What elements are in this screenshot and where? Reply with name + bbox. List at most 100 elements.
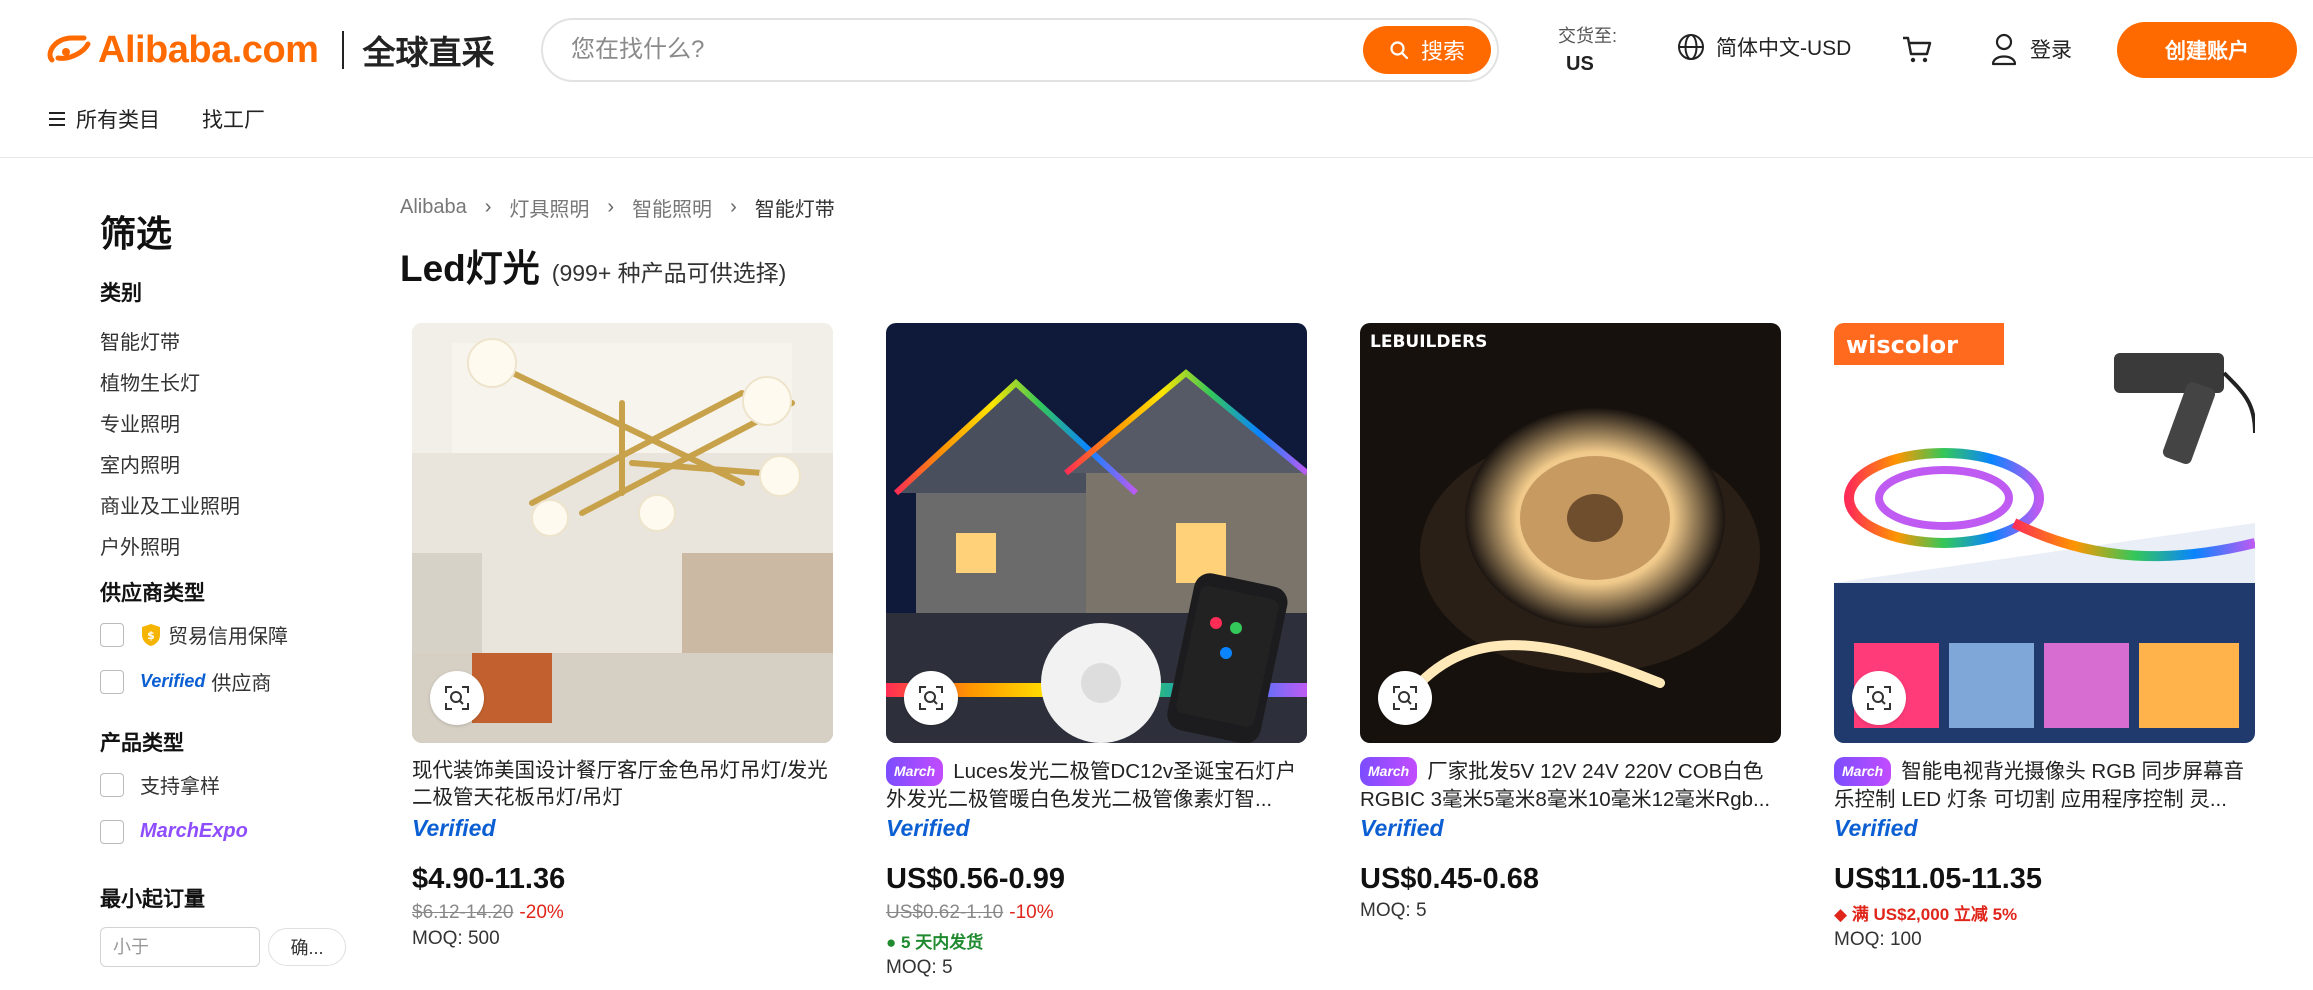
- category-item[interactable]: 植物生长灯: [100, 364, 360, 405]
- breadcrumb-item[interactable]: Alibaba: [400, 196, 467, 219]
- login-button[interactable]: 登录: [1990, 32, 2072, 66]
- find-factory-link[interactable]: 找工厂: [202, 104, 265, 134]
- cart-button[interactable]: [1900, 32, 1934, 71]
- breadcrumb-item[interactable]: 灯具照明: [509, 193, 589, 222]
- discount-badge: -10%: [1009, 902, 1054, 923]
- product-card[interactable]: LEBUILDERS March 厂家批发5V 12V 24V 220V COB白…: [1360, 323, 1781, 922]
- trade-assurance-filter[interactable]: $ 贸易信用保障: [100, 611, 360, 658]
- promotion-text: 满 US$2,000 立减 5%: [1851, 905, 2018, 924]
- promotion-badge: ◆ 满 US$2,000 立减 5%: [1834, 900, 2255, 925]
- globe-icon: [1678, 34, 1704, 60]
- search-input[interactable]: [571, 32, 1331, 68]
- filter-title: 筛选: [100, 213, 173, 254]
- search-icon: [1390, 41, 1409, 60]
- category-item[interactable]: 室内照明: [100, 446, 360, 487]
- product-image[interactable]: [412, 323, 833, 743]
- search-button-label: 搜索: [1420, 39, 1465, 64]
- shipping-text: 5 天内发货: [901, 933, 984, 952]
- language-label: 简体中文-USD: [1716, 37, 1852, 60]
- verified-badge: Verified: [140, 671, 206, 691]
- product-title-text: 厂家批发5V 12V 24V 220V COB白色RGBIC 3毫米5毫米8毫米…: [1360, 760, 1771, 811]
- category-item[interactable]: 智能灯带: [100, 323, 360, 364]
- product-image[interactable]: [886, 323, 1307, 743]
- original-price: US$0.62-1.10: [886, 902, 1004, 923]
- category-item[interactable]: 户外照明: [100, 528, 360, 569]
- march-expo-filter[interactable]: MarchExpo: [100, 808, 360, 855]
- image-search-button[interactable]: [1852, 671, 1906, 725]
- product-title[interactable]: March Luces发光二极管DC12v圣诞宝石灯户外发光二极管暖白色发光二极管…: [886, 757, 1307, 811]
- sample-support-checkbox[interactable]: [100, 772, 124, 797]
- filter-sidebar: 筛选 类别 智能灯带 植物生长灯 专业照明 室内照明 商业及工业照明 户外照明 …: [100, 205, 360, 967]
- check-shield-icon: ●: [886, 933, 897, 952]
- product-moq: MOQ: 100: [1834, 929, 1922, 950]
- alibaba-logo-icon: [47, 35, 91, 63]
- product-card[interactable]: 现代装饰美国设计餐厅客厅金色吊灯吊灯/发光二极管天花板吊灯/吊灯 Verifie…: [412, 323, 833, 950]
- product-title[interactable]: March 厂家批发5V 12V 24V 220V COB白色RGBIC 3毫米5…: [1360, 757, 1781, 811]
- march-badge: March: [1360, 757, 1418, 786]
- page-heading: Led灯光 (999+ 种产品可供选择): [400, 238, 786, 292]
- deliver-to-selector[interactable]: 交货至: US: [1558, 22, 1617, 78]
- logo-text: Alibaba.com: [98, 28, 319, 71]
- march-badge: March: [886, 757, 944, 786]
- product-count: (999+ 种产品可供选择): [551, 260, 787, 286]
- breadcrumb: Alibaba › 灯具照明 › 智能照明 › 智能灯带: [400, 193, 835, 222]
- sample-support-label: 支持拿样: [140, 776, 220, 798]
- sample-support-filter[interactable]: 支持拿样: [100, 761, 360, 808]
- chevron-right-icon: ›: [484, 196, 492, 218]
- product-image[interactable]: LEBUILDERS: [1360, 323, 1781, 743]
- image-search-icon: [919, 686, 943, 710]
- deliver-to-label: 交货至:: [1558, 26, 1618, 46]
- supplier-type-title: 供应商类型: [100, 582, 205, 605]
- march-expo-checkbox[interactable]: [100, 819, 124, 844]
- create-account-button[interactable]: 创建账户: [2117, 22, 2297, 78]
- verified-supplier-checkbox[interactable]: [100, 669, 124, 694]
- tag-icon: ◆: [1834, 905, 1848, 924]
- image-search-button[interactable]: [904, 671, 958, 725]
- product-title-text: Luces发光二极管DC12v圣诞宝石灯户外发光二极管暖白色发光二极管像素灯智.…: [886, 760, 1297, 811]
- language-currency-selector[interactable]: 简体中文-USD: [1676, 32, 1851, 62]
- march-expo-logo: MarchExpo: [140, 820, 248, 842]
- logo-divider: [342, 31, 345, 69]
- chevron-right-icon: ›: [730, 196, 737, 218]
- verified-badge: Verified: [886, 815, 970, 841]
- product-card[interactable]: wiscolor March 智能电视背光摄像头 RGB 同步屏幕音乐控制 LED…: [1834, 323, 2255, 951]
- product-title[interactable]: 现代装饰美国设计餐厅客厅金色吊灯吊灯/发光二极管天花板吊灯/吊灯: [412, 757, 833, 811]
- category-item[interactable]: 专业照明: [100, 405, 360, 446]
- top-header: Alibaba.com 全球直采 搜索 交货至: US 简体中文-USD: [0, 0, 2313, 158]
- product-price: US$0.56-0.99: [886, 863, 1065, 895]
- trade-assurance-checkbox[interactable]: [100, 622, 124, 647]
- product-moq: MOQ: 500: [412, 928, 500, 949]
- brand-logo-text: LEBUILDERS: [1370, 332, 1487, 352]
- breadcrumb-current: 智能灯带: [754, 199, 835, 221]
- product-type-title: 产品类型: [100, 732, 184, 755]
- alibaba-logo[interactable]: Alibaba.com 全球直采: [44, 28, 494, 72]
- user-icon: [1991, 33, 2017, 66]
- chevron-right-icon: ›: [607, 196, 615, 218]
- moq-confirm-button[interactable]: 确...: [268, 928, 346, 966]
- verified-supplier-label: 供应商: [211, 673, 272, 695]
- category-item[interactable]: 商业及工业照明: [100, 487, 360, 528]
- cart-icon: [1903, 36, 1932, 63]
- all-categories-label: 所有类目: [76, 109, 160, 132]
- product-card[interactable]: March Luces发光二极管DC12v圣诞宝石灯户外发光二极管暖白色发光二极管…: [886, 323, 1307, 979]
- search-button[interactable]: 搜索: [1363, 26, 1491, 74]
- svg-text:$: $: [147, 629, 155, 642]
- all-categories-menu[interactable]: 所有类目: [48, 104, 160, 134]
- verified-badge: Verified: [1834, 815, 1918, 841]
- product-title-text: 智能电视背光摄像头 RGB 同步屏幕音乐控制 LED 灯条 可切割 应用程序控制…: [1834, 760, 2245, 811]
- trade-assurance-label: 贸易信用保障: [168, 626, 288, 648]
- deliver-to-country: US: [1566, 53, 1594, 75]
- moq-input[interactable]: [100, 927, 260, 967]
- image-search-icon: [1867, 686, 1891, 710]
- product-title[interactable]: March 智能电视背光摄像头 RGB 同步屏幕音乐控制 LED 灯条 可切割 应…: [1834, 757, 2255, 811]
- product-image[interactable]: wiscolor: [1834, 323, 2255, 743]
- image-search-button[interactable]: [1378, 671, 1432, 725]
- verified-supplier-filter[interactable]: Verified 供应商: [100, 658, 360, 705]
- original-price-row: $6.12-14.20 -20%: [412, 902, 833, 924]
- image-search-icon: [445, 686, 469, 710]
- category-section-title: 类别: [100, 282, 142, 305]
- product-price: US$11.05-11.35: [1834, 863, 2043, 895]
- search-bar: 搜索: [541, 18, 1499, 82]
- breadcrumb-item[interactable]: 智能照明: [632, 193, 712, 222]
- image-search-button[interactable]: [430, 671, 484, 725]
